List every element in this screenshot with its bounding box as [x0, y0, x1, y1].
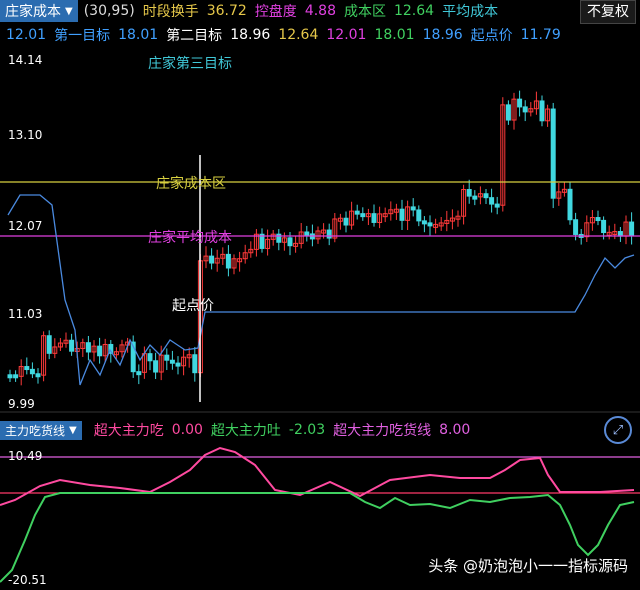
candle-body [410, 206, 416, 211]
sub-label-1: 超大主力吐 [210, 423, 281, 439]
candle-body [483, 193, 489, 199]
watermark: 头条 @奶泡泡小一一指标源码 [428, 557, 628, 575]
candle-body [35, 373, 41, 378]
candle-body [153, 360, 159, 373]
candle-body [494, 203, 500, 208]
candle-body [46, 335, 52, 354]
candle-body [136, 371, 142, 376]
candle-body [595, 217, 601, 222]
sub-indicator-header: 主力吃货线 ▼ 超大主力吃 0.00 超大主力吐 -2.03 超大主力吃货线 8… [0, 418, 640, 442]
candle-body [29, 368, 35, 375]
sub-value-0: 0.00 [171, 422, 203, 438]
candle-body [164, 354, 170, 361]
candle-body [472, 195, 478, 200]
sub-value-1: -2.03 [288, 422, 326, 438]
start-price-label: 起点价 [172, 298, 214, 314]
candle-body [522, 106, 528, 113]
candle-body [399, 208, 405, 221]
candle-body [517, 98, 523, 108]
candle-body [326, 229, 332, 239]
chevron-down-icon: ▼ [69, 424, 77, 436]
candle-body [24, 366, 30, 371]
candle-body [7, 374, 13, 379]
price-axis-l2: 13.10 [8, 128, 42, 142]
avg-cost-label: 庄家平均成本 [148, 229, 232, 246]
candle-body [550, 108, 556, 199]
candle-body [175, 362, 181, 367]
candle-body [147, 353, 153, 362]
candle-body [371, 213, 377, 223]
price-axis-l3: 12.07 [8, 219, 42, 233]
candle-body [601, 219, 607, 234]
candle-body [567, 188, 573, 221]
candle-body [209, 255, 215, 264]
sub-indicator-selector[interactable]: 主力吃货线 ▼ [0, 420, 82, 440]
candle-body [360, 213, 366, 218]
candle-body [539, 100, 545, 122]
candle-body [225, 253, 231, 269]
candle-body [573, 219, 579, 235]
candle-body [13, 374, 19, 379]
candle-body [192, 354, 198, 374]
price-axis-top: 14.14 [8, 53, 42, 67]
sub-label-2: 超大主力吃货线 [333, 423, 432, 439]
sub-axis-top: 10.49 [8, 449, 42, 463]
candle-body [343, 217, 349, 226]
candle-body [287, 237, 293, 247]
price-axis-l4: 11.03 [8, 307, 42, 321]
candle-body [97, 345, 103, 357]
start-price-line [7, 194, 635, 386]
candle-body [421, 220, 427, 225]
candle-body [427, 222, 433, 227]
candle-body [304, 231, 310, 236]
candle-body [416, 209, 422, 222]
candle-body [466, 189, 472, 197]
candle-body [169, 359, 175, 364]
candle-body [85, 342, 91, 353]
price-axis-bottom: 9.99 [8, 397, 35, 411]
sub-label-0: 超大主力吃 [93, 423, 164, 439]
sub-value-2: 8.00 [439, 422, 471, 438]
sub-axis-bottom: -20.51 [8, 573, 47, 587]
kline-chart[interactable]: 14.14 13.10 12.07 11.03 9.99 庄家第三目标 庄家成本… [0, 0, 640, 590]
candle-body [354, 210, 360, 215]
candle-body [505, 104, 511, 121]
cost-zone-label: 庄家成本区 [156, 175, 226, 192]
third-target-label: 庄家第三目标 [148, 55, 232, 72]
candlestick-series [7, 90, 635, 386]
expand-icon[interactable]: ⤢ [604, 416, 632, 444]
candle-body [629, 221, 635, 236]
candle-body [69, 339, 75, 352]
candle-body [489, 197, 495, 205]
